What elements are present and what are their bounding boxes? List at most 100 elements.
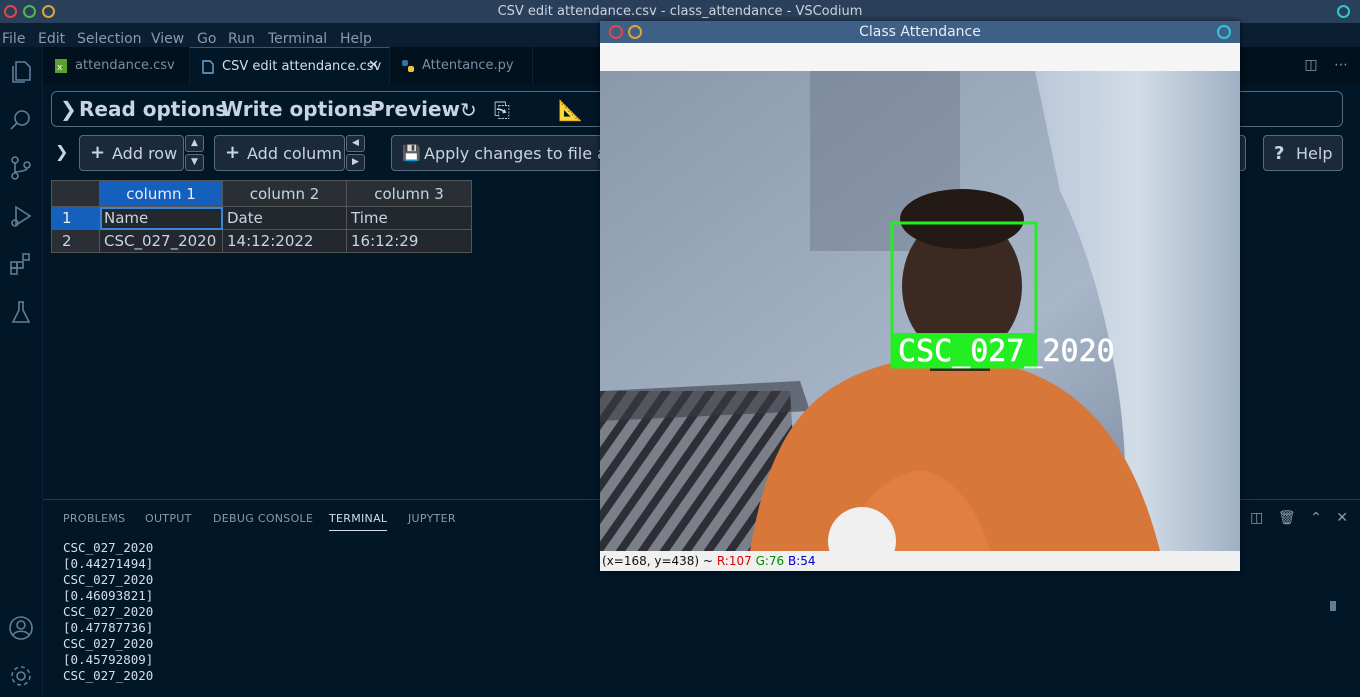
menu-selection[interactable]: Selection	[77, 27, 142, 47]
menu-help[interactable]: Help	[340, 27, 372, 47]
tab-label: attendance.csv	[75, 58, 175, 73]
csv-file-icon: x	[55, 59, 67, 73]
table-cell[interactable]: Time	[346, 206, 472, 230]
close-tab-icon[interactable]: ✕	[368, 58, 379, 73]
menu-run[interactable]: Run	[228, 27, 255, 47]
question-icon: ?	[1274, 143, 1285, 164]
tab-attendance-csv[interactable]: x attendance.csv	[43, 47, 190, 85]
column-stepper: ◀ ▶	[346, 135, 365, 171]
minimize-window-button[interactable]	[628, 25, 642, 39]
status-red: R:107	[716, 554, 752, 568]
explorer-icon[interactable]	[8, 59, 34, 85]
add-column-button[interactable]: + Add column	[214, 135, 345, 171]
add-row-label: Add row	[112, 144, 178, 163]
window-titlebar: CSV edit attendance.csv - class_attendan…	[0, 0, 1360, 23]
ruler-icon[interactable]: 📐	[558, 98, 583, 122]
source-control-icon[interactable]	[8, 155, 34, 181]
more-actions-icon[interactable]: ⋯	[1334, 57, 1348, 73]
cv-status-bar: (x=168, y=438) ~ R:107 G:76 B:54	[600, 551, 1240, 571]
column-header[interactable]: column 1	[99, 180, 223, 207]
tab-debug-console[interactable]: DEBUG CONSOLE	[213, 512, 313, 525]
add-column-label: Add column	[247, 144, 342, 163]
apply-changes-button[interactable]: 💾 Apply changes to file and	[391, 135, 611, 171]
tab-output[interactable]: OUTPUT	[145, 512, 192, 525]
account-icon[interactable]	[8, 615, 34, 641]
status-blue: B:54	[788, 554, 816, 568]
add-row-button[interactable]: + Add row	[79, 135, 184, 171]
editor-actions: ◫ ⋯	[1304, 57, 1348, 73]
close-panel-icon[interactable]: ✕	[1336, 510, 1348, 526]
terminal-scrollbar[interactable]	[1330, 601, 1336, 611]
menu-go[interactable]: Go	[197, 27, 216, 47]
tab-terminal[interactable]: TERMINAL	[329, 512, 388, 531]
window-pin-button[interactable]	[1337, 5, 1350, 18]
chevron-right-icon[interactable]: ❯	[60, 97, 77, 121]
row-stepper: ▲ ▼	[185, 135, 204, 171]
row-up-arrow-icon[interactable]: ▲	[185, 135, 204, 152]
terminal-line: [0.46093821]	[63, 588, 154, 603]
copy-icon[interactable]: ⎘	[494, 98, 510, 122]
table-cell[interactable]: CSC_027_2020	[99, 229, 223, 253]
column-header[interactable]: column 3	[346, 180, 472, 207]
help-button[interactable]: ? Help	[1263, 135, 1343, 171]
menu-terminal[interactable]: Terminal	[268, 27, 327, 47]
terminal-line: CSC_027_2020	[63, 604, 154, 619]
table-row: 1 Name Date Time	[51, 206, 472, 230]
expand-chevron-icon[interactable]: ❯	[55, 142, 68, 161]
write-options-button[interactable]: Write options	[221, 97, 374, 121]
preview-button[interactable]: Preview	[370, 97, 460, 121]
run-debug-icon[interactable]	[8, 203, 34, 229]
tab-jupyter[interactable]: JUPYTER	[408, 512, 456, 525]
close-window-button[interactable]	[609, 25, 623, 39]
terminal-line: [0.44271494]	[63, 556, 154, 571]
settings-gear-icon[interactable]	[8, 663, 34, 689]
tab-label: CSV edit attendance.csv	[222, 59, 382, 74]
svg-text:x: x	[57, 63, 63, 73]
class-attendance-window: Class Attendance CSC_027_2020 (x=168, y=…	[600, 21, 1240, 571]
column-header[interactable]: column 2	[222, 180, 347, 207]
save-icon: 💾	[402, 144, 421, 162]
plus-icon: +	[90, 142, 106, 163]
menu-view[interactable]: View	[151, 27, 184, 47]
webcam-frame[interactable]: CSC_027_2020	[600, 71, 1240, 551]
cv-title-text: Class Attendance	[859, 24, 981, 40]
table-cell[interactable]: Date	[222, 206, 347, 230]
column-right-arrow-icon[interactable]: ▶	[346, 154, 365, 171]
row-index[interactable]: 1	[51, 206, 100, 230]
terminal-line: [0.45792809]	[63, 652, 154, 667]
tab-attentance-py[interactable]: Attentance.py	[390, 47, 533, 85]
search-icon[interactable]	[8, 107, 34, 133]
extensions-icon[interactable]	[8, 251, 34, 277]
read-options-button[interactable]: Read options	[79, 97, 227, 121]
testing-icon[interactable]	[8, 299, 34, 325]
column-left-arrow-icon[interactable]: ◀	[346, 135, 365, 152]
maximize-panel-icon[interactable]: ⌃	[1310, 510, 1322, 526]
cv-window-title: Class Attendance	[600, 21, 1240, 43]
terminal-line: CSC_027_2020	[63, 636, 154, 651]
table-row: 2 CSC_027_2020 14:12:2022 16:12:29	[51, 229, 472, 253]
corner-cell[interactable]	[51, 180, 100, 207]
tab-csv-edit-attendance[interactable]: CSV edit attendance.csv ✕	[190, 47, 390, 85]
tab-problems[interactable]: PROBLEMS	[63, 512, 125, 525]
face-label: CSC_027_2020	[898, 334, 1115, 369]
webcam-image: CSC_027_2020	[600, 71, 1240, 551]
window-pin-button[interactable]	[1217, 25, 1231, 39]
table-cell[interactable]: Name	[99, 206, 223, 230]
terminal-line: CSC_027_2020	[63, 540, 154, 555]
split-editor-icon[interactable]: ◫	[1304, 57, 1317, 73]
panel-actions: ◫ 🗑 ⌃ ✕	[1250, 510, 1348, 526]
apply-changes-label: Apply changes to file and	[424, 144, 611, 163]
row-index[interactable]: 2	[51, 229, 100, 253]
menu-edit[interactable]: Edit	[38, 27, 65, 47]
reload-icon[interactable]: ↻	[460, 98, 477, 122]
table-header-row: column 1 column 2 column 3	[51, 180, 472, 207]
trash-icon[interactable]: 🗑	[1278, 510, 1296, 526]
table-cell[interactable]: 14:12:2022	[222, 229, 347, 253]
menu-file[interactable]: File	[2, 27, 25, 47]
window-title: CSV edit attendance.csv - class_attendan…	[497, 4, 863, 19]
row-down-arrow-icon[interactable]: ▼	[185, 154, 204, 171]
table-cell[interactable]: 16:12:29	[346, 229, 472, 253]
terminal-line: [0.47787736]	[63, 620, 154, 635]
activity-bar	[0, 47, 43, 697]
split-terminal-icon[interactable]: ◫	[1250, 510, 1263, 526]
